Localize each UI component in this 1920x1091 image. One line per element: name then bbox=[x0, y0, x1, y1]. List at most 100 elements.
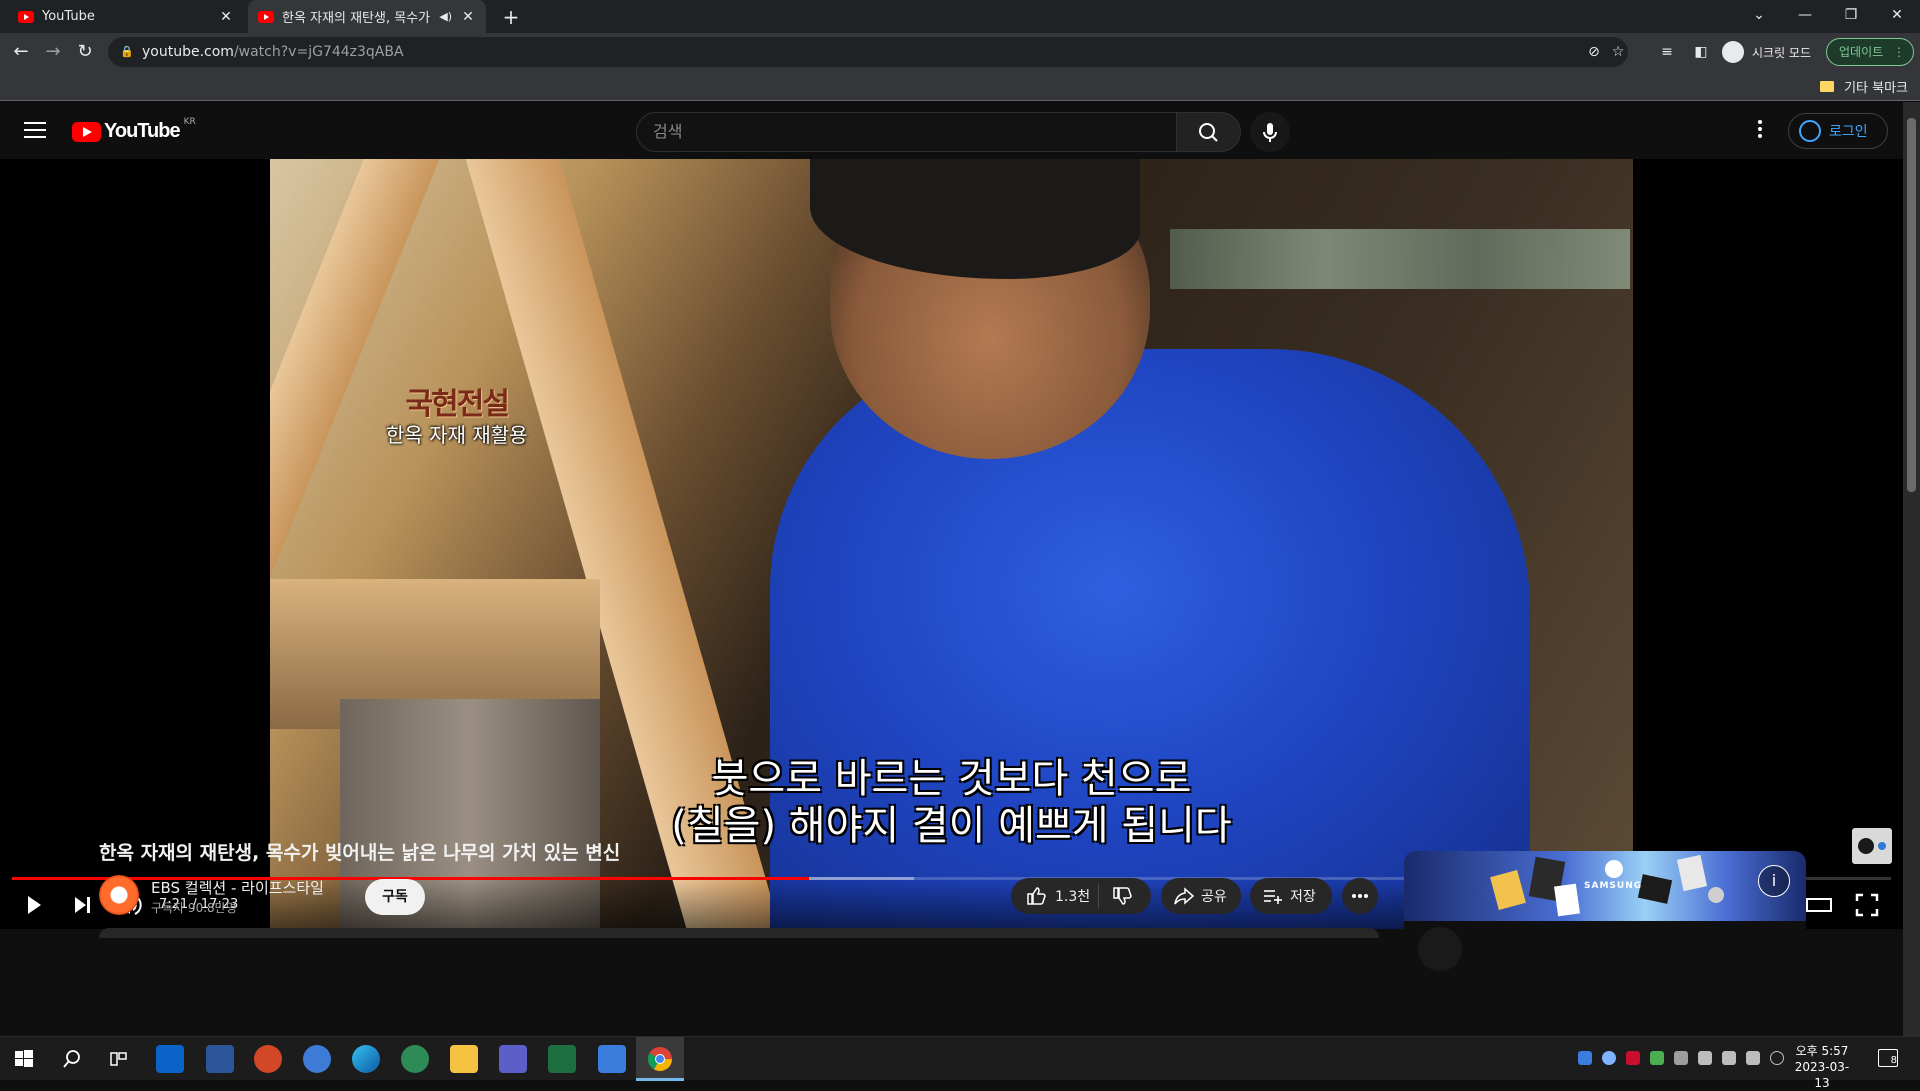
description-box[interactable] bbox=[99, 928, 1379, 938]
edge-icon[interactable] bbox=[352, 1045, 380, 1073]
notification-center-icon[interactable]: 8 bbox=[1878, 1049, 1898, 1067]
tab-youtube[interactable]: YouTube ✕ bbox=[8, 0, 244, 33]
subtitle-line: 붓으로 바르는 것보다 천으로 bbox=[711, 756, 1192, 802]
minimize-button[interactable]: — bbox=[1782, 0, 1828, 33]
network-icon[interactable] bbox=[1722, 1051, 1736, 1065]
word-icon[interactable] bbox=[206, 1045, 234, 1073]
globe-app-icon[interactable] bbox=[303, 1045, 331, 1073]
subscriber-count: 구독자 90.8만명 bbox=[151, 901, 237, 915]
start-button[interactable] bbox=[10, 1045, 38, 1073]
subtitle-overlay: 붓으로 바르는 것보다 천으로 (칠을) 해야지 결이 예쁘게 됩니다 bbox=[0, 756, 1903, 850]
reload-button[interactable]: ↻ bbox=[70, 37, 100, 67]
speaker-icon[interactable]: ◀) bbox=[439, 10, 452, 23]
save-button[interactable]: 저장 bbox=[1250, 878, 1332, 914]
signin-button[interactable]: 로그인 bbox=[1788, 113, 1888, 149]
other-bookmarks-label: 기타 북마크 bbox=[1844, 81, 1908, 96]
folder-icon bbox=[1820, 81, 1835, 92]
program-title: 국현전설 bbox=[405, 387, 510, 422]
media-control-icon[interactable]: ≡ bbox=[1652, 37, 1682, 67]
tab-video[interactable]: 한옥 자재의 재탄생, 목수가 ◀) ✕ bbox=[248, 0, 486, 33]
volume-tray-icon[interactable] bbox=[1746, 1051, 1760, 1065]
voice-search-button[interactable] bbox=[1250, 112, 1290, 152]
search-icon bbox=[63, 1050, 80, 1068]
youtube-favicon-icon bbox=[258, 10, 274, 23]
forward-button[interactable]: → bbox=[38, 37, 68, 67]
windows-taskbar: 오후 5:57 2023-03-13 8 bbox=[0, 1036, 1920, 1090]
youtube-play-logo-icon bbox=[72, 121, 101, 142]
outlook-icon[interactable] bbox=[156, 1045, 184, 1073]
tab-title: YouTube bbox=[42, 9, 95, 24]
defender-icon[interactable] bbox=[1578, 1051, 1592, 1065]
channel-name[interactable]: EBS 컬렉션 - 라이프스타일 bbox=[151, 877, 324, 898]
country-code: KR bbox=[183, 116, 196, 127]
search-button[interactable] bbox=[1177, 112, 1241, 152]
other-bookmarks[interactable]: 기타 북마크 bbox=[1820, 77, 1908, 96]
bookmark-star-icon[interactable]: ☆ bbox=[1606, 37, 1630, 67]
video-title: 한옥 자재의 재탄생, 목수가 빚어내는 낡은 나무의 가치 있는 변신 bbox=[99, 842, 621, 864]
incognito-indicator[interactable]: 시크릿 모드 bbox=[1722, 37, 1811, 67]
play-button[interactable] bbox=[10, 881, 58, 929]
app-tray-icon[interactable] bbox=[1674, 1051, 1688, 1065]
mcafee-icon[interactable] bbox=[1626, 1051, 1640, 1065]
share-button[interactable]: 공유 bbox=[1161, 878, 1241, 914]
teams-icon[interactable] bbox=[499, 1045, 527, 1073]
share-arrow-icon bbox=[1174, 887, 1195, 905]
tab-search-icon[interactable]: ⌄ bbox=[1736, 0, 1782, 33]
search-icon bbox=[1199, 123, 1218, 142]
task-view-button[interactable] bbox=[104, 1045, 132, 1073]
close-window-button[interactable]: ✕ bbox=[1874, 0, 1920, 33]
update-button[interactable]: 업데이트 ⋮ bbox=[1826, 38, 1914, 66]
taskbar-search-button[interactable] bbox=[58, 1045, 86, 1073]
file-explorer-icon[interactable] bbox=[450, 1045, 478, 1073]
app-tray-icon[interactable] bbox=[1650, 1051, 1664, 1065]
back-button[interactable]: ← bbox=[6, 37, 36, 67]
channel-avatar[interactable] bbox=[99, 875, 139, 915]
window-app-icon[interactable] bbox=[598, 1045, 626, 1073]
program-subtitle: 한옥 자재 재활용 bbox=[386, 423, 528, 447]
side-panel-icon[interactable]: ◧ bbox=[1686, 37, 1716, 67]
dislike-button[interactable] bbox=[1099, 885, 1133, 907]
powerpoint-icon[interactable] bbox=[254, 1045, 282, 1073]
thumbs-down-icon bbox=[1113, 887, 1132, 905]
ad-brand: SAMSUNG bbox=[1584, 881, 1643, 891]
scrollbar-thumb[interactable] bbox=[1907, 118, 1916, 492]
address-bar[interactable]: 🔒 youtube.com/watch?v=jG744z3qABA ⊘ ☆ bbox=[108, 37, 1628, 67]
status-icon[interactable] bbox=[1770, 1051, 1784, 1065]
url-path: /watch?v=jG744z3qABA bbox=[233, 44, 404, 60]
like-button[interactable]: 1.3천 bbox=[1011, 884, 1099, 908]
info-icon[interactable]: i bbox=[1758, 865, 1790, 897]
excel-icon[interactable] bbox=[548, 1045, 576, 1073]
close-tab-icon[interactable]: ✕ bbox=[218, 9, 234, 25]
onedrive-icon[interactable] bbox=[1602, 1051, 1616, 1065]
restore-button[interactable]: ❐ bbox=[1828, 0, 1874, 33]
next-icon bbox=[75, 897, 90, 913]
browser-tab-strip: YouTube ✕ 한옥 자재의 재탄생, 목수가 ◀) ✕ + ⌄ — ❐ ✕ bbox=[0, 0, 1920, 33]
chrome-taskbar-button[interactable] bbox=[636, 1037, 684, 1081]
clock-date: 2023-03-13 bbox=[1794, 1060, 1850, 1090]
eye-off-icon[interactable]: ⊘ bbox=[1582, 37, 1606, 67]
new-tab-button[interactable]: + bbox=[498, 4, 524, 30]
video-player[interactable]: 국현전설 한옥 자재 재활용 붓으로 바르는 것보다 천으로 (칠을) 해야지 … bbox=[0, 159, 1903, 929]
next-button[interactable] bbox=[58, 881, 106, 929]
channel-watermark-icon[interactable] bbox=[1852, 828, 1892, 864]
settings-more-icon[interactable] bbox=[1758, 120, 1764, 142]
battery-icon[interactable] bbox=[1698, 1051, 1712, 1065]
url-host: youtube.com bbox=[142, 44, 234, 60]
clock[interactable]: 오후 5:57 2023-03-13 bbox=[1790, 1043, 1854, 1091]
close-tab-icon[interactable]: ✕ bbox=[460, 9, 476, 25]
signin-label: 로그인 bbox=[1829, 124, 1868, 140]
play-icon bbox=[28, 896, 41, 914]
share-label: 공유 bbox=[1201, 889, 1227, 905]
search-input[interactable]: 검색 bbox=[636, 112, 1177, 152]
notification-count: 8 bbox=[1890, 1055, 1897, 1066]
network-app-icon[interactable] bbox=[401, 1045, 429, 1073]
ad-banner[interactable]: SAMSUNG i bbox=[1404, 851, 1806, 921]
youtube-logo[interactable]: YouTube KR bbox=[72, 116, 196, 143]
subscribe-button[interactable]: 구독 bbox=[365, 879, 425, 915]
fullscreen-button[interactable] bbox=[1843, 881, 1891, 929]
page-scrollbar[interactable] bbox=[1903, 102, 1920, 1036]
more-actions-button[interactable] bbox=[1342, 878, 1378, 914]
hamburger-menu-icon[interactable] bbox=[24, 122, 46, 143]
ad-panel bbox=[1404, 921, 1806, 971]
thumbs-up-icon bbox=[1027, 887, 1046, 905]
